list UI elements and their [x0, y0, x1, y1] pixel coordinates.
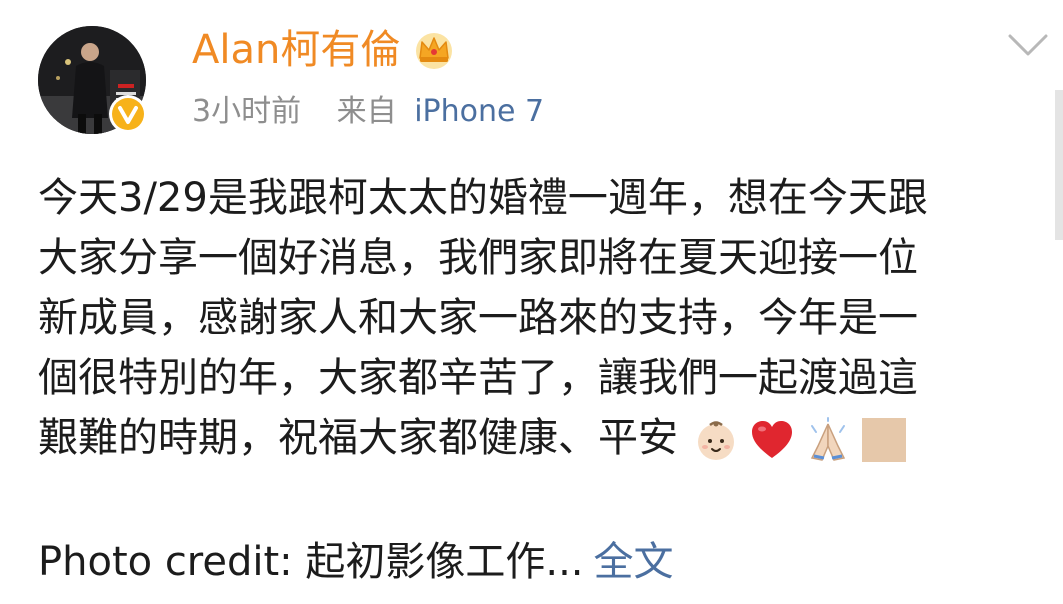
photo-credit-line: Photo credit: 起初影像工作... 全文 [38, 534, 674, 590]
skin-tone-emoji-icon [862, 418, 906, 462]
post-meta: 3小时前 来自 iPhone 7 [192, 92, 544, 132]
red-heart-emoji-icon [752, 421, 792, 458]
username-row: Alan柯有倫 [192, 24, 456, 76]
source-prefix: 来自 [336, 94, 397, 129]
baby-emoji-icon [698, 421, 734, 460]
source-device-link[interactable]: iPhone 7 [414, 94, 544, 129]
post-body-line: 個很特別的年，大家都辛苦了，讓我們一起渡過這 [38, 355, 918, 401]
avatar-container[interactable] [38, 26, 147, 134]
post-time: 3小时前 [192, 94, 302, 129]
post-body-line: 新成員，感謝家人和大家一路來的支持，今年是一 [38, 295, 918, 341]
crown-icon[interactable] [412, 30, 456, 70]
folded-hands-emoji-icon [810, 417, 846, 461]
post-body-line-text: 艱難的時期，祝福大家都健康、平安 [38, 415, 678, 461]
chevron-down-icon[interactable] [1006, 30, 1050, 60]
post-body-last-line: 艱難的時期，祝福大家都健康、平安 [38, 408, 1038, 468]
post-body[interactable]: 今天3/29是我跟柯太太的婚禮一週年，想在今天跟 大家分享一個好消息，我們家即將… [38, 168, 1038, 468]
post-body-line: 大家分享一個好消息，我們家即將在夏天迎接一位 [38, 235, 918, 281]
full-text-link[interactable]: 全文 [594, 539, 674, 585]
username[interactable]: Alan柯有倫 [192, 24, 400, 76]
emoji-row [692, 416, 908, 464]
post-body-line: 今天3/29是我跟柯太太的婚禮一週年，想在今天跟 [38, 175, 928, 221]
scroll-edge [1055, 90, 1063, 240]
weibo-post-card: Alan柯有倫 3小时前 来自 iPhone 7 今天3/29是我跟柯太太的婚禮… [0, 0, 1063, 604]
verified-badge-icon [109, 95, 147, 133]
photo-credit-text: Photo credit: 起初影像工作... [38, 539, 584, 585]
